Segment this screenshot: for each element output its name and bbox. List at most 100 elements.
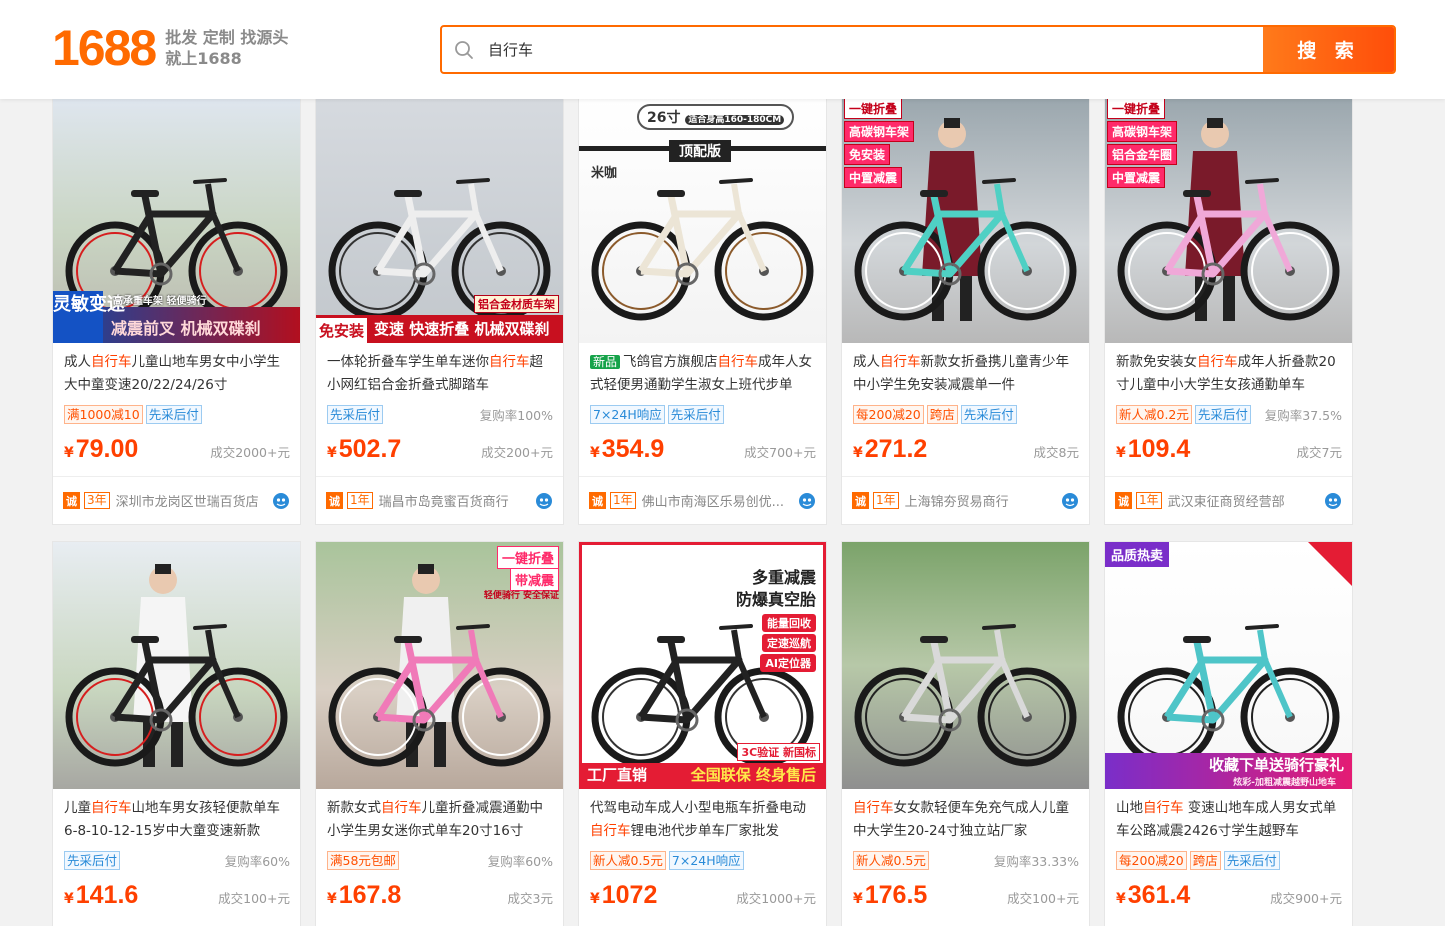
product-card[interactable]: 灵敏变速 减震前叉 机械双碟刹 高承重车架 轻便骑行 成人自行车儿童山地车男女中… xyxy=(52,95,301,525)
price-row: ¥ 271.2 成交8元 xyxy=(853,435,1079,465)
product-title[interactable]: 成人自行车儿童山地车男女中小学生大中童变速20/22/24/26寸 xyxy=(64,351,290,397)
shop-years-badge: 3年 xyxy=(84,492,110,509)
product-title[interactable]: 新款免安装女自行车成年人折叠款20寸儿童中小大学生女孩通勤单车 xyxy=(1116,351,1342,397)
tag-row: 满58元包邮 复购率60% xyxy=(327,849,553,871)
tag-row: 满1000减10 先采后付 xyxy=(64,403,290,425)
product-image[interactable]: 26寸 适合身高160-180CM 顶配版 米咖 xyxy=(579,96,826,343)
shop-name-link[interactable]: 深圳市龙岗区世瑞百货店 xyxy=(116,491,268,510)
title-keyword: 自行车 xyxy=(489,354,530,370)
sales-volume: 成交100+元 xyxy=(218,891,290,906)
product-title[interactable]: 成人自行车新款女折叠携儿童青少年中小学生免安装减震单一件 xyxy=(853,351,1079,397)
product-card[interactable]: 儿童自行车山地车男女孩轻便款单车6-8-10-12-15岁中大童变速新款 先采后… xyxy=(52,541,301,926)
product-title[interactable]: 自行车女女款轻便车免充气成人儿童中大学生20-24寸独立站厂家 xyxy=(853,797,1079,843)
sales-volume: 成交8元 xyxy=(1033,445,1079,460)
product-title[interactable]: 山地自行车 变速山地车成人男女式单车公路减震2426寸学生越野车 xyxy=(1116,797,1342,843)
currency-symbol: ¥ xyxy=(853,445,863,461)
currency-symbol: ¥ xyxy=(853,891,863,907)
promo-tag: 先采后付 xyxy=(327,404,384,424)
product-image[interactable] xyxy=(53,542,300,789)
sales-volume: 成交7元 xyxy=(1296,445,1342,460)
product-image[interactable]: 多重减震 防爆真空胎 能量回收 定速巡航 AI定位器 3C验证 新国标 工厂直销 全国联… xyxy=(579,542,826,789)
wangwang-chat-icon[interactable] xyxy=(535,492,553,510)
product-info: 一体轮折叠车学生单车迷你自行车超小网红铝合金折叠式脚踏车 先采后付 复购率100%… xyxy=(316,343,563,465)
product-info: 代驾电动车成人小型电瓶车折叠电动自行车锂电池代步单车厂家批发 新人减0.5元 7×… xyxy=(579,789,826,911)
shop-name-link[interactable]: 上海锦夯贸易商行 xyxy=(905,491,1057,510)
title-text: 锂电池代步单车厂家批发 xyxy=(630,823,780,839)
sales-volume: 成交3元 xyxy=(507,891,553,906)
product-card[interactable]: 免安装 变速 快速折叠 机械双碟刹 铝合金材质车架 一体轮折叠车学生单车迷你自行… xyxy=(315,95,564,525)
product-card[interactable]: 一键折叠 高碳钢车架 免安装 中置减震 成人自行车新款女折叠携儿童青少年中小学生免安装… xyxy=(841,95,1090,525)
currency-symbol: ¥ xyxy=(327,891,337,907)
product-title[interactable]: 一体轮折叠车学生单车迷你自行车超小网红铝合金折叠式脚踏车 xyxy=(327,351,553,397)
product-card[interactable]: 品质热卖 收藏下单送骑行豪礼 炫彩-加粗减震越野山地车 山地自行车 变速山地车成… xyxy=(1104,541,1353,926)
product-card[interactable]: 多重减震 防爆真空胎 能量回收 定速巡航 AI定位器 3C验证 新国标 工厂直销 全国联… xyxy=(578,541,827,926)
sales-volume: 成交700+元 xyxy=(744,445,816,460)
product-info: 成人自行车儿童山地车男女中小学生大中童变速20/22/24/26寸 满1000减… xyxy=(53,343,300,465)
cheng-badge-icon: 诚 xyxy=(63,492,80,509)
product-image[interactable]: 免安装 变速 快速折叠 机械双碟刹 铝合金材质车架 xyxy=(316,96,563,343)
shop-years-badge: 1年 xyxy=(347,492,373,509)
promo-tag: 满58元包邮 xyxy=(327,850,399,870)
shop-name-link[interactable]: 武汉束征商贸经营部 xyxy=(1168,491,1320,510)
product-info: 山地自行车 变速山地车成人男女式单车公路减震2426寸学生越野车 每200减20… xyxy=(1105,789,1352,911)
feature-label: AI定位器 xyxy=(760,654,816,672)
product-title[interactable]: 儿童自行车山地车男女孩轻便款单车6-8-10-12-15岁中大童变速新款 xyxy=(64,797,290,843)
feature-label: 高碳钢车架 xyxy=(844,121,915,142)
shop-row: 诚 1年 佛山市南海区乐易创优... xyxy=(579,476,826,524)
product-image[interactable]: 一键折叠 高碳钢车架 免安装 中置减震 xyxy=(842,96,1089,343)
feature-label: 一键折叠 xyxy=(496,546,559,569)
price-row: ¥ 361.4 成交900+元 xyxy=(1116,881,1342,911)
wangwang-chat-icon[interactable] xyxy=(798,492,816,510)
search-bar: 搜 索 xyxy=(440,25,1396,74)
search-input[interactable] xyxy=(486,27,1263,72)
product-title[interactable]: 新品 飞鸽官方旗舰店自行车成年人女式轻便男通勤学生淑女上班代步单 xyxy=(590,351,816,397)
title-text: 一体轮折叠车学生单车迷你 xyxy=(327,354,489,370)
price-row: ¥ 109.4 成交7元 xyxy=(1116,435,1342,465)
cheng-badge-icon: 诚 xyxy=(326,492,343,509)
hot-badge: 品质热卖 xyxy=(1105,542,1170,567)
slogan-line-1: 批发 定制 找源头 xyxy=(165,28,289,47)
product-image[interactable]: 一键折叠 带减震 轻便骑行 安全保证 xyxy=(316,542,563,789)
product-card[interactable]: 一键折叠 高碳钢车架 铝合金车圈 中置减震 新款免安装女自行车成年人折叠款20寸儿童中… xyxy=(1104,95,1353,525)
title-keyword: 自行车 xyxy=(91,354,132,370)
cheng-badge-icon: 诚 xyxy=(589,492,606,509)
price-value: 1072 xyxy=(601,881,658,909)
product-title[interactable]: 代驾电动车成人小型电瓶车折叠电动自行车锂电池代步单车厂家批发 xyxy=(590,797,816,843)
price-row: ¥ 1072 成交1000+元 xyxy=(590,881,816,911)
promo-badge: 免安装 xyxy=(316,318,368,343)
search-button[interactable]: 搜 索 xyxy=(1263,27,1394,72)
wangwang-chat-icon[interactable] xyxy=(1324,492,1342,510)
title-text: 代驾电动车成人小型电瓶车折叠电动 xyxy=(590,800,806,816)
feature-label: 高碳钢车架 xyxy=(1107,121,1178,142)
wangwang-chat-icon[interactable] xyxy=(272,492,290,510)
product-image[interactable]: 品质热卖 收藏下单送骑行豪礼 炫彩-加粗减震越野山地车 xyxy=(1105,542,1352,789)
product-card[interactable]: 自行车女女款轻便车免充气成人儿童中大学生20-24寸独立站厂家 新人减0.5元 复… xyxy=(841,541,1090,926)
promo-footer-left: 工厂直销 xyxy=(587,766,648,784)
product-card[interactable]: 一键折叠 带减震 轻便骑行 安全保证 新款女式自行车儿童折叠减震通勤中小学生男女… xyxy=(315,541,564,926)
new-badge: 新品 xyxy=(590,355,621,369)
feature-label: 一键折叠 xyxy=(1107,98,1166,119)
promo-tag: 跨店 xyxy=(926,404,958,424)
promo-text: 变速 快速折叠 机械双碟刹 xyxy=(374,320,550,338)
repeat-rate: 复购率37.5% xyxy=(1264,407,1342,423)
product-info: 儿童自行车山地车男女孩轻便款单车6-8-10-12-15岁中大童变速新款 先采后… xyxy=(53,789,300,911)
promo-chip: 高承重车架 轻便骑行 xyxy=(113,296,207,307)
promo-chip: 铝合金材质车架 xyxy=(474,295,559,313)
tag-row: 先采后付 复购率60% xyxy=(64,849,290,871)
wangwang-chat-icon[interactable] xyxy=(1061,492,1079,510)
product-image[interactable]: 一键折叠 高碳钢车架 铝合金车圈 中置减震 xyxy=(1105,96,1352,343)
product-card[interactable]: 26寸 适合身高160-180CM 顶配版 米咖 新品 飞鸽官方旗舰店自行车成年人… xyxy=(578,95,827,525)
logo-slogan: 批发 定制 找源头 就上1688 xyxy=(165,27,288,69)
price-value: 176.5 xyxy=(864,881,928,909)
product-image[interactable] xyxy=(842,542,1089,789)
site-logo[interactable]: 1688 批发 定制 找源头 就上1688 xyxy=(52,22,288,74)
promo-tag: 每200减20 xyxy=(853,404,924,424)
product-info: 新品 飞鸽官方旗舰店自行车成年人女式轻便男通勤学生淑女上班代步单 7×24H响应先… xyxy=(579,343,826,465)
title-keyword: 自行车 xyxy=(1143,800,1184,816)
product-image[interactable]: 灵敏变速 减震前叉 机械双碟刹 高承重车架 轻便骑行 xyxy=(53,96,300,343)
logo-number: 1688 xyxy=(52,20,157,76)
shop-name-link[interactable]: 瑞昌市岛竟蜜百货商行 xyxy=(379,491,531,510)
product-title[interactable]: 新款女式自行车儿童折叠减震通勤中小学生男女迷你式单车20寸16寸 xyxy=(327,797,553,843)
shop-name-link[interactable]: 佛山市南海区乐易创优... xyxy=(642,491,794,510)
tag-row: 7×24H响应 先采后付 xyxy=(590,403,816,425)
